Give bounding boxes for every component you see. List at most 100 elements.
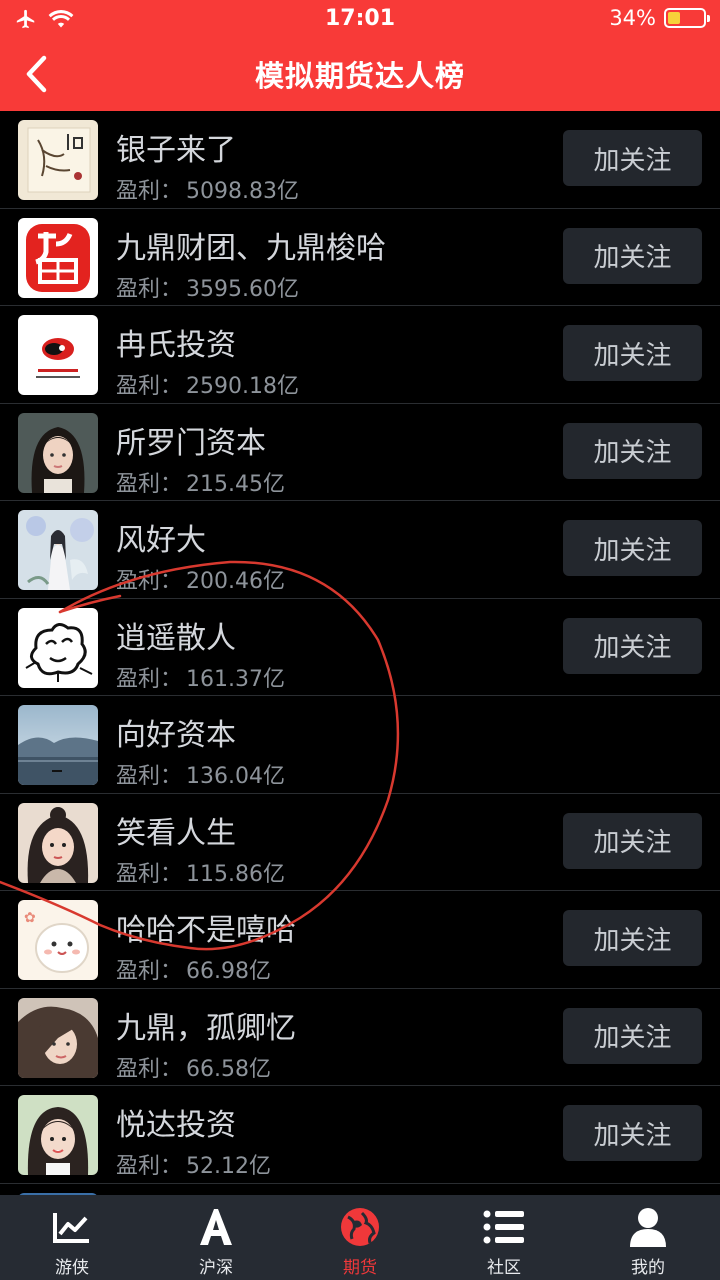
profit-text: 盈利： 3595.60亿 bbox=[116, 271, 299, 303]
tab-qihuo[interactable]: 期货 bbox=[288, 1195, 432, 1280]
profit-value: 2590.18亿 bbox=[186, 374, 299, 399]
profit-text: 盈利： 2590.18亿 bbox=[116, 368, 299, 400]
profit-value: 66.58亿 bbox=[186, 1056, 271, 1082]
profit-value: 3595.60亿 bbox=[186, 276, 299, 302]
list-item[interactable]: 所罗门资本 盈利： 215.45亿 加关注 bbox=[0, 404, 720, 501]
profit-label: 盈利： bbox=[116, 374, 183, 399]
user-name: 所罗门资本 bbox=[116, 425, 266, 461]
profit-label: 盈利： bbox=[116, 179, 183, 204]
user-name: 冉氏投资 bbox=[116, 328, 236, 363]
user-name: 银子来了 bbox=[116, 133, 236, 168]
logo-avatar[interactable] bbox=[18, 315, 98, 395]
user-name: 风好大 bbox=[116, 523, 206, 558]
user-name: 九鼎，孤卿忆 bbox=[116, 1010, 296, 1046]
profit-label: 盈利： bbox=[116, 569, 183, 594]
list-item[interactable]: 九鼎财团、九鼎梭哈 盈利： 3595.60亿 加关注 bbox=[0, 209, 720, 306]
profit-label: 盈利： bbox=[116, 861, 183, 887]
battery-icon bbox=[664, 8, 710, 28]
profit-text: 盈利： 66.58亿 bbox=[116, 1051, 271, 1083]
list-icon bbox=[483, 1205, 525, 1249]
user-name: 哈哈不是嘻哈 bbox=[116, 913, 296, 948]
user-name: 向好资本 bbox=[116, 718, 236, 753]
svg-text:✿: ✿ bbox=[24, 910, 36, 926]
follow-button[interactable]: 加关注 bbox=[563, 130, 702, 186]
ranking-list[interactable]: 银子来了 盈利： 5098.83亿 加关注 九鼎财团、九鼎梭哈 盈利： 3595.6… bbox=[0, 111, 720, 1195]
tab-shequ[interactable]: 社区 bbox=[432, 1195, 576, 1280]
painting-avatar[interactable] bbox=[18, 802, 98, 883]
profit-text: 盈利： 136.04亿 bbox=[116, 758, 285, 790]
profit-value: 5098.83亿 bbox=[186, 179, 299, 204]
tab-bar: 游侠 沪深 期货 社区 我的 bbox=[0, 1195, 720, 1280]
globe-icon bbox=[340, 1205, 380, 1249]
tab-label: 我的 bbox=[631, 1258, 665, 1278]
profit-label: 盈利： bbox=[116, 764, 183, 789]
list-item[interactable]: 悦达投资 盈利： 52.12亿 加关注 bbox=[0, 1086, 720, 1184]
red-seal-avatar[interactable] bbox=[18, 217, 98, 298]
photo-avatar-2[interactable] bbox=[18, 1095, 98, 1175]
header: 17:01 34% 模拟期货达人榜 bbox=[0, 0, 720, 111]
profit-value: 66.98亿 bbox=[186, 959, 271, 984]
chart-line-icon bbox=[52, 1205, 92, 1249]
follow-button[interactable]: 加关注 bbox=[563, 520, 702, 576]
follow-button[interactable]: 加关注 bbox=[563, 1007, 702, 1064]
tab-youxia[interactable]: 游侠 bbox=[0, 1195, 144, 1280]
profit-value: 115.86亿 bbox=[186, 861, 285, 887]
battery-percent: 34% bbox=[609, 6, 656, 30]
profit-label: 盈利： bbox=[116, 1056, 183, 1082]
tab-wode[interactable]: 我的 bbox=[576, 1195, 720, 1280]
user-name: 悦达投资 bbox=[116, 1108, 236, 1143]
follow-button[interactable]: 加关注 bbox=[563, 422, 702, 479]
profit-text: 盈利： 5098.83亿 bbox=[116, 173, 299, 205]
battery-level bbox=[668, 12, 680, 24]
landscape-avatar[interactable] bbox=[18, 705, 98, 785]
follow-button[interactable]: 加关注 bbox=[563, 910, 702, 966]
profit-text: 盈利： 52.12亿 bbox=[116, 1148, 271, 1180]
profit-label: 盈利： bbox=[116, 276, 183, 302]
illustration-avatar[interactable] bbox=[18, 510, 98, 590]
page-title: 模拟期货达人榜 bbox=[254, 59, 465, 93]
photo-avatar[interactable] bbox=[18, 997, 98, 1078]
list-item[interactable]: 逍遥散人 盈利： 161.37亿 加关注 bbox=[0, 599, 720, 696]
profit-text: 盈利： 215.45亿 bbox=[116, 466, 285, 498]
tab-hushen[interactable]: 沪深 bbox=[144, 1195, 288, 1280]
profit-label: 盈利： bbox=[116, 959, 183, 984]
follow-button[interactable]: 加关注 bbox=[563, 617, 702, 674]
user-name: 笑看人生 bbox=[116, 815, 236, 851]
profit-value: 200.46亿 bbox=[186, 569, 285, 594]
list-item[interactable]: 笑看人生 盈利： 115.86亿 加关注 bbox=[0, 794, 720, 891]
follow-button[interactable]: 加关注 bbox=[563, 1105, 702, 1161]
profit-value: 215.45亿 bbox=[186, 471, 285, 497]
list-item[interactable]: 冉氏投资 盈利： 2590.18亿 加关注 bbox=[0, 306, 720, 404]
tab-label: 期货 bbox=[343, 1258, 377, 1278]
portrait-avatar[interactable] bbox=[18, 412, 98, 493]
profit-text: 盈利： 200.46亿 bbox=[116, 563, 285, 595]
list-item[interactable]: ✿ 哈哈不是嘻哈 盈利： 66.98亿 加关注 bbox=[0, 891, 720, 989]
letter-a-icon bbox=[197, 1205, 235, 1249]
profit-value: 136.04亿 bbox=[186, 764, 285, 789]
profit-value: 161.37亿 bbox=[186, 666, 285, 692]
list-item[interactable] bbox=[0, 1184, 720, 1195]
sketch-avatar[interactable] bbox=[18, 607, 98, 688]
list-item[interactable]: 向好资本 盈利： 136.04亿 bbox=[0, 696, 720, 794]
user-name: 逍遥散人 bbox=[116, 620, 236, 656]
list-item[interactable]: 九鼎，孤卿忆 盈利： 66.58亿 加关注 bbox=[0, 989, 720, 1086]
tab-label: 社区 bbox=[487, 1258, 521, 1278]
user-icon bbox=[630, 1205, 666, 1249]
nav-bar: 模拟期货达人榜 bbox=[0, 38, 720, 111]
user-name: 九鼎财团、九鼎梭哈 bbox=[116, 230, 386, 266]
follow-button[interactable]: 加关注 bbox=[563, 325, 702, 381]
follow-button[interactable]: 加关注 bbox=[563, 227, 702, 284]
tab-label: 游侠 bbox=[55, 1258, 89, 1278]
profit-text: 盈利： 161.37亿 bbox=[116, 661, 285, 693]
status-bar: 17:01 34% bbox=[0, 0, 720, 38]
tab-label: 沪深 bbox=[199, 1258, 233, 1278]
list-item[interactable]: 银子来了 盈利： 5098.83亿 加关注 bbox=[0, 111, 720, 209]
profit-label: 盈利： bbox=[116, 1154, 183, 1179]
follow-button[interactable]: 加关注 bbox=[563, 812, 702, 869]
profit-value: 52.12亿 bbox=[186, 1154, 271, 1179]
profit-text: 盈利： 115.86亿 bbox=[116, 856, 285, 888]
list-item[interactable]: 风好大 盈利： 200.46亿 加关注 bbox=[0, 501, 720, 599]
cartoon-avatar[interactable]: ✿ bbox=[18, 900, 98, 980]
ink-art-avatar[interactable] bbox=[18, 120, 98, 200]
battery-status: 34% bbox=[609, 6, 710, 30]
